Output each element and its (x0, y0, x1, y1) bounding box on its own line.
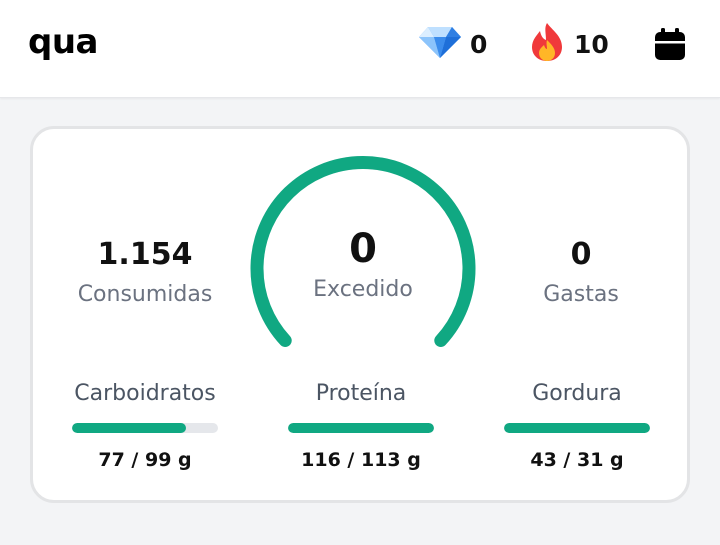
burned-value: 0 (570, 237, 592, 272)
macro-name: Proteína (315, 381, 407, 406)
macro-progress-track (288, 423, 434, 433)
streak-counter[interactable]: 10 (528, 22, 609, 66)
consumed-value: 1.154 (97, 237, 193, 272)
macro-value: 116 / 113 g (301, 449, 421, 471)
macro-fat[interactable]: Gordura 43 / 31 g (502, 377, 652, 471)
macro-progress-track (504, 423, 650, 433)
consumed-label: Consumidas (77, 282, 213, 307)
remaining-value: 0 (349, 226, 377, 272)
macro-progress-fill (288, 423, 434, 433)
macro-name: Carboidratos (74, 381, 216, 406)
gems-count: 0 (470, 29, 488, 59)
macro-progress-track (72, 423, 218, 433)
remaining-label: Excedido (313, 277, 413, 302)
calorie-summary-card: 1.154 Consumidas 0 Excedido 0 Gastas Car… (30, 126, 690, 503)
calendar-icon (652, 28, 688, 66)
burned-column: 0 Gastas (491, 237, 671, 307)
day-label: qua (28, 22, 99, 62)
calendar-button[interactable] (652, 26, 688, 62)
remaining-column: 0 Excedido (283, 225, 443, 302)
macro-value: 43 / 31 g (530, 449, 624, 471)
top-bar: qua 0 10 (0, 0, 720, 98)
fire-icon (528, 22, 566, 66)
macro-protein[interactable]: Proteína 116 / 113 g (286, 377, 436, 471)
macro-progress-fill (504, 423, 650, 433)
consumed-column: 1.154 Consumidas (55, 237, 235, 307)
streak-count: 10 (574, 29, 609, 59)
macro-value: 77 / 99 g (98, 449, 192, 471)
macro-name: Gordura (532, 381, 622, 406)
diamond-icon (418, 25, 462, 63)
macro-progress-fill (72, 423, 186, 433)
burned-label: Gastas (543, 282, 619, 307)
macro-carbs[interactable]: Carboidratos 77 / 99 g (70, 377, 220, 471)
gems-counter[interactable]: 0 (418, 24, 487, 64)
